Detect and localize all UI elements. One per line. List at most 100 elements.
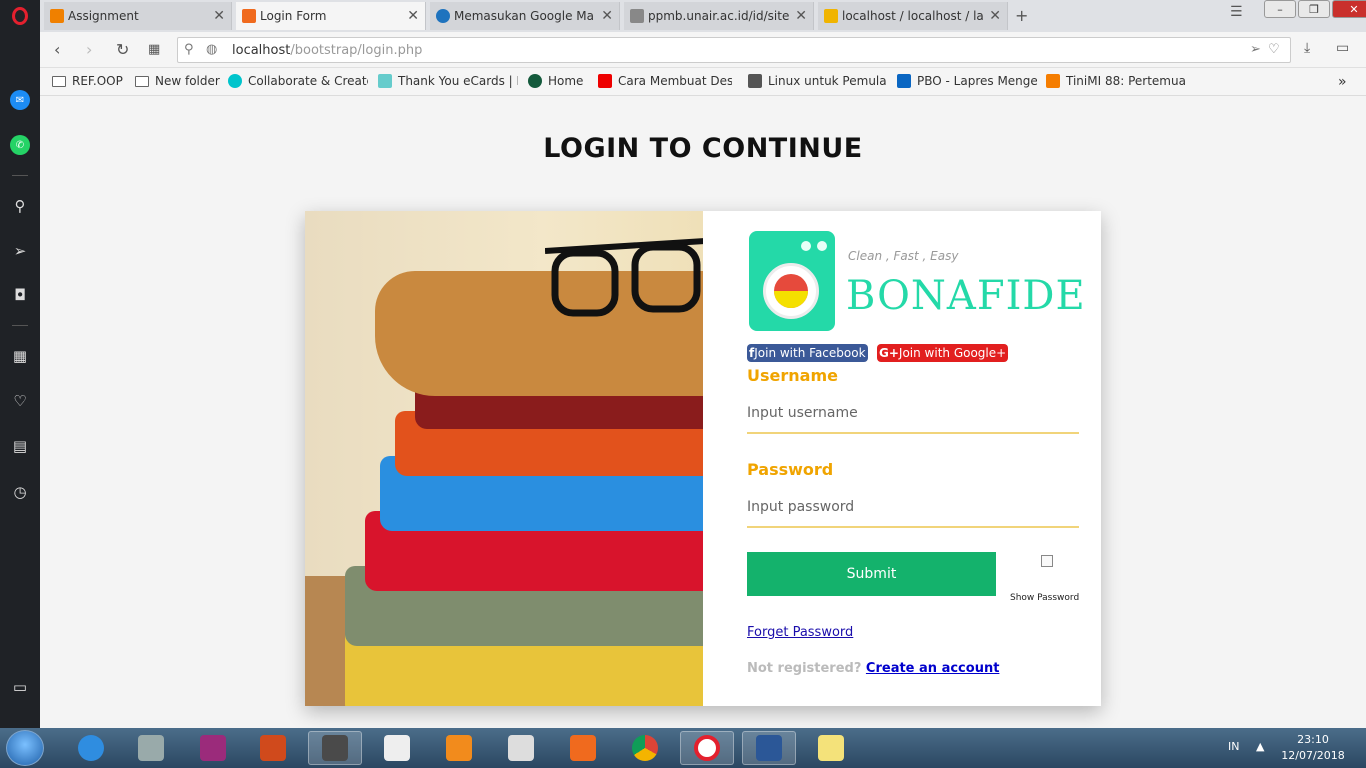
minimize-button[interactable]: – bbox=[1264, 0, 1296, 18]
heart-icon[interactable]: ♡ bbox=[10, 391, 30, 411]
bookmark-new-folder[interactable]: New folder bbox=[135, 74, 220, 88]
reload-icon[interactable]: ↻ bbox=[116, 40, 129, 59]
notepad-taskbar-icon[interactable] bbox=[494, 731, 548, 765]
username-label: Username bbox=[747, 366, 838, 385]
folder-icon bbox=[135, 75, 149, 87]
ecard-icon bbox=[378, 74, 392, 88]
opera-taskbar-icon[interactable] bbox=[680, 731, 734, 765]
forget-password-link[interactable]: Forget Password bbox=[747, 625, 853, 640]
url-text: localhost/bootstrap/login.php bbox=[232, 43, 423, 58]
bookmark-home[interactable]: Home bbox=[528, 74, 583, 88]
close-icon[interactable]: ✕ bbox=[407, 8, 419, 24]
bookmarks-bar: REF.OOP New folder Collaborate & Create … bbox=[40, 68, 1366, 96]
search-icon[interactable]: ⚲ bbox=[10, 196, 30, 216]
word-taskbar-icon[interactable] bbox=[742, 731, 796, 765]
send-icon[interactable]: ➢ bbox=[1250, 42, 1261, 57]
close-icon[interactable]: ✕ bbox=[601, 8, 613, 24]
password-input[interactable] bbox=[747, 488, 1079, 528]
opera-menu-button[interactable] bbox=[0, 0, 40, 32]
globe-icon: ◍ bbox=[206, 42, 218, 57]
new-tab-button[interactable]: + bbox=[1015, 6, 1028, 25]
show-password-label: Show Password bbox=[1010, 593, 1080, 603]
key-icon: ⚲ bbox=[184, 42, 194, 57]
bookmark-ecards[interactable]: Thank You eCards | B bbox=[378, 74, 518, 88]
bookmark-pbo[interactable]: PBO - Lapres Mengel bbox=[897, 74, 1037, 88]
tab-phpmyadmin[interactable]: localhost / localhost / laun ✕ bbox=[818, 2, 1008, 30]
drive-taskbar-icon[interactable] bbox=[124, 731, 178, 765]
page-title: LOGIN TO CONTINUE bbox=[543, 133, 863, 164]
url-field[interactable]: ⚲ ◍ localhost/bootstrap/login.php ➢ ♡ bbox=[177, 37, 1291, 63]
tab-ppmb[interactable]: ppmb.unair.ac.id/id/site/d ✕ bbox=[624, 2, 814, 30]
join-google-button[interactable]: G+ Join with Google+ bbox=[877, 344, 1009, 362]
battery-icon[interactable]: ▭ bbox=[1336, 40, 1349, 56]
media-player-taskbar-icon[interactable] bbox=[370, 731, 424, 765]
username-input[interactable] bbox=[747, 394, 1079, 434]
messenger-icon[interactable]: ✉ bbox=[10, 90, 30, 110]
canva-icon bbox=[228, 74, 242, 88]
sidebar-toggle-icon[interactable]: ▭ bbox=[10, 677, 30, 697]
winrar-taskbar-icon[interactable] bbox=[186, 731, 240, 765]
maximize-button[interactable]: ❐ bbox=[1298, 0, 1330, 18]
close-icon[interactable]: ✕ bbox=[989, 8, 1001, 24]
bookmark-ref-oop[interactable]: REF.OOP bbox=[52, 74, 123, 88]
back-icon[interactable]: ‹ bbox=[54, 40, 60, 59]
taskbar-clock[interactable]: 23:10 12/07/2018 bbox=[1278, 732, 1348, 764]
password-label: Password bbox=[747, 460, 834, 479]
tab-login-form[interactable]: Login Form ✕ bbox=[236, 2, 426, 30]
folder-icon bbox=[52, 75, 66, 87]
news-icon[interactable]: ▤ bbox=[10, 436, 30, 456]
glasses-graphic bbox=[545, 238, 703, 317]
bookmark-linux[interactable]: Linux untuk Pemula: bbox=[748, 74, 888, 88]
clothes-photo bbox=[305, 211, 703, 706]
xampp-taskbar-icon[interactable] bbox=[556, 731, 610, 765]
washing-machine-icon bbox=[749, 231, 835, 331]
site-icon bbox=[436, 9, 450, 23]
join-facebook-button[interactable]: f Join with Facebook bbox=[747, 344, 868, 362]
tab-google-maps[interactable]: Memasukan Google Maps ✕ bbox=[430, 2, 620, 30]
not-registered-text: Not registered? Create an account bbox=[747, 661, 1000, 676]
blogger-icon bbox=[1046, 74, 1060, 88]
tab-menu-icon[interactable]: ☰ bbox=[1230, 4, 1243, 20]
speed-dial-icon[interactable]: ▦ bbox=[10, 346, 30, 366]
close-icon[interactable]: ✕ bbox=[213, 8, 225, 24]
window-close-button[interactable]: ✕ bbox=[1332, 0, 1366, 18]
show-password-checkbox[interactable] bbox=[1041, 555, 1053, 567]
moodle-icon bbox=[50, 9, 64, 23]
start-button[interactable] bbox=[6, 730, 44, 766]
tab-assignment[interactable]: Assignment ✕ bbox=[44, 2, 232, 30]
address-bar: ‹ › ↻ ▦ ⚲ ◍ localhost/bootstrap/login.ph… bbox=[40, 32, 1366, 68]
whatsapp-icon[interactable]: ✆ bbox=[10, 135, 30, 155]
bookmark-canva[interactable]: Collaborate & Create bbox=[228, 74, 368, 88]
heart-icon[interactable]: ♡ bbox=[1268, 42, 1280, 57]
download-icon[interactable]: ⤓ bbox=[1304, 40, 1310, 56]
close-icon[interactable]: ✕ bbox=[795, 8, 807, 24]
history-icon[interactable]: ◷ bbox=[10, 482, 30, 502]
page-icon bbox=[630, 9, 644, 23]
google-plus-icon: G+ bbox=[879, 346, 899, 360]
create-account-link[interactable]: Create an account bbox=[866, 661, 1000, 676]
bookmark-youtube[interactable]: Cara Membuat Desain bbox=[598, 74, 732, 88]
doc-icon bbox=[748, 74, 762, 88]
bookmark-tinimi[interactable]: TiniMI 88: Pertemuan bbox=[1046, 74, 1186, 88]
flow-icon[interactable]: ➢ bbox=[10, 241, 30, 261]
language-indicator[interactable]: IN bbox=[1228, 740, 1239, 753]
speed-dial-icon[interactable]: ▦ bbox=[148, 42, 160, 57]
logo-tagline: Clean , Fast , Easy bbox=[848, 249, 959, 263]
more-bookmarks-icon[interactable]: » bbox=[1338, 74, 1347, 90]
opera-logo-icon bbox=[12, 7, 28, 25]
login-form: Clean , Fast , Easy BONAFIDE f Join with … bbox=[703, 211, 1101, 706]
chrome-taskbar-icon[interactable] bbox=[618, 731, 672, 765]
forward-icon[interactable]: › bbox=[86, 40, 92, 59]
submit-button[interactable]: Submit bbox=[747, 552, 996, 596]
sticky-notes-taskbar-icon[interactable] bbox=[804, 731, 858, 765]
sublime-taskbar-icon[interactable] bbox=[308, 731, 362, 765]
window-controls: – ❐ ✕ bbox=[1262, 0, 1366, 20]
powerpoint-taskbar-icon[interactable] bbox=[246, 731, 300, 765]
leaf-icon bbox=[528, 74, 542, 88]
camera-icon[interactable]: ◘ bbox=[10, 285, 30, 305]
tray-arrow-icon[interactable]: ▲ bbox=[1256, 740, 1264, 753]
xampp-icon bbox=[242, 9, 256, 23]
uc-browser-taskbar-icon[interactable] bbox=[432, 731, 486, 765]
ie-taskbar-icon[interactable] bbox=[64, 731, 118, 765]
login-card: Clean , Fast , Easy BONAFIDE f Join with … bbox=[305, 211, 1101, 706]
